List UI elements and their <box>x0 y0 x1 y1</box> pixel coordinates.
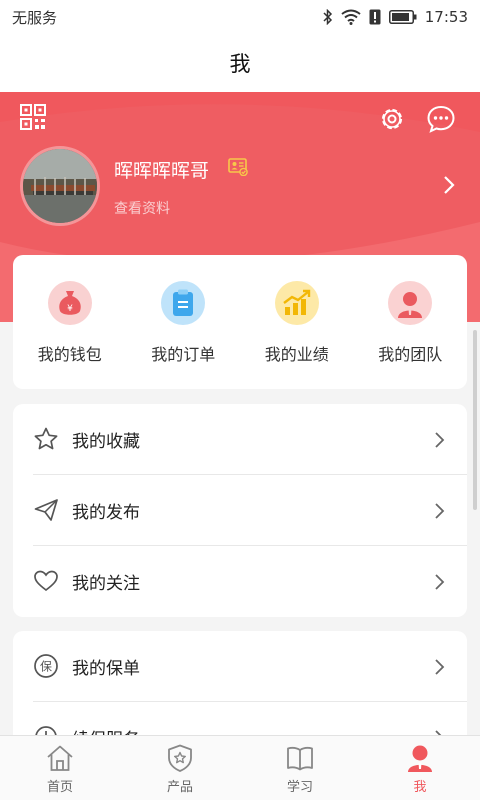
quick-action-label: 我的业绩 <box>264 345 329 364</box>
product-icon <box>168 744 192 772</box>
chevron-right-icon <box>435 503 445 519</box>
message-icon[interactable] <box>426 104 456 134</box>
chevron-right-icon <box>435 432 445 448</box>
menu-item-label: 我的保单 <box>72 659 140 679</box>
heart-icon <box>34 570 58 592</box>
svg-text:¥: ¥ <box>67 304 73 314</box>
tab-label: 我 <box>413 780 427 795</box>
chevron-right-icon <box>435 574 445 590</box>
menu-item-following[interactable]: 我的关注 <box>13 546 467 617</box>
tab-learning[interactable]: 学习 <box>240 736 360 800</box>
quick-action-orders[interactable]: 我的订单 <box>133 281 233 365</box>
quick-action-wallet[interactable]: ¥ 我的钱包 <box>20 281 120 365</box>
menu-item-label: 我的发布 <box>72 503 140 523</box>
menu-item-policies[interactable]: 保 我的保单 <box>13 631 467 702</box>
tab-label: 产品 <box>166 780 193 795</box>
quick-action-performance[interactable]: 我的业绩 <box>247 281 347 365</box>
tab-home[interactable]: 首页 <box>0 736 120 800</box>
tab-label: 首页 <box>46 780 73 795</box>
policy-icon: 保 <box>34 654 58 678</box>
view-profile-link[interactable]: 查看资料 <box>114 198 170 218</box>
qr-code-icon[interactable] <box>20 104 46 130</box>
star-icon <box>34 427 58 450</box>
quick-action-label: 我的团队 <box>378 345 443 364</box>
wallet-icon: ¥ <box>47 281 92 325</box>
profile-icon <box>408 745 432 772</box>
bottom-tab-bar: 首页 产品 学习 我 <box>0 735 480 800</box>
tab-me[interactable]: 我 <box>360 736 480 800</box>
username[interactable]: 晖晖晖晖哥 <box>114 156 209 183</box>
quick-action-label: 我的钱包 <box>37 345 102 364</box>
title-bar: 我 <box>0 34 480 92</box>
svg-text:保: 保 <box>40 660 52 674</box>
order-icon <box>161 281 206 325</box>
chevron-right-icon[interactable] <box>440 174 458 196</box>
menu-item-posts[interactable]: 我的发布 <box>13 475 467 546</box>
menu-item-favorites[interactable]: 我的收藏 <box>13 404 467 475</box>
carrier-text: 无服务 <box>12 8 58 27</box>
quick-action-team[interactable]: 我的团队 <box>360 281 460 365</box>
chevron-right-icon <box>435 659 445 675</box>
menu-group-personal: 我的收藏 我的发布 我的关注 <box>13 404 467 617</box>
performance-icon <box>274 281 319 325</box>
status-icons: 17:53 <box>323 8 468 26</box>
menu-item-label: 我的收藏 <box>72 432 140 452</box>
page-title: 我 <box>229 52 251 76</box>
settings-gear-icon[interactable] <box>378 105 406 133</box>
battery-icon <box>388 10 417 24</box>
verified-badge-icon <box>228 158 248 176</box>
wifi-icon <box>341 9 361 25</box>
quick-actions-card: ¥ 我的钱包 我的订单 我的业绩 我的团队 <box>13 255 467 389</box>
tab-products[interactable]: 产品 <box>120 736 240 800</box>
status-bar: 无服务 17:53 <box>0 0 480 34</box>
tab-label: 学习 <box>286 780 313 795</box>
bluetooth-icon <box>323 9 332 25</box>
scrollbar-thumb[interactable] <box>473 330 477 510</box>
menu-item-label: 我的关注 <box>72 574 140 594</box>
quick-action-label: 我的订单 <box>151 345 216 364</box>
book-icon <box>287 746 313 771</box>
send-icon <box>34 499 58 521</box>
clock-text: 17:53 <box>424 8 468 26</box>
avatar[interactable] <box>20 146 100 226</box>
alert-icon <box>369 9 381 25</box>
home-icon <box>47 745 73 771</box>
team-icon <box>388 281 433 325</box>
